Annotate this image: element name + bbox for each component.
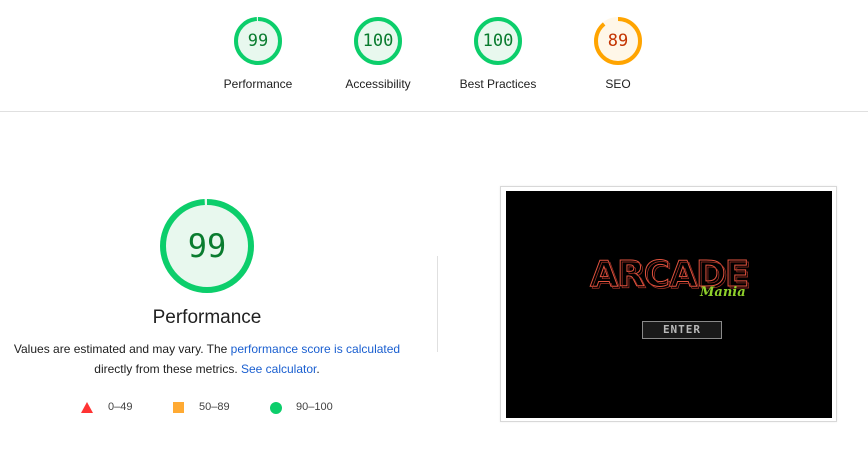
square-icon — [173, 402, 184, 413]
legend-label-fail: 0–49 — [108, 401, 133, 413]
category-gauges-bar: 99 Performance 100 Accessibility 100 Bes… — [0, 0, 868, 112]
gauge-score: 99 — [247, 31, 269, 51]
section-divider — [437, 256, 438, 352]
legend-label-average: 50–89 — [199, 401, 230, 413]
screenshot-canvas: ARCADE ARCADE Mania ENTER — [506, 191, 832, 418]
see-calculator-link[interactable]: See calculator — [241, 362, 316, 376]
desc-text: . — [316, 362, 320, 376]
gauge-label: Performance — [223, 77, 293, 91]
enter-button[interactable]: ENTER — [642, 321, 722, 339]
gauge-label: Best Practices — [459, 77, 537, 91]
final-screenshot-thumbnail[interactable]: ARCADE ARCADE Mania ENTER — [500, 186, 837, 422]
gauge-label: SEO — [605, 77, 631, 91]
gauge-accessibility[interactable]: 100 Accessibility — [323, 16, 433, 100]
score-legend: 0–49 50–89 90–100 — [0, 398, 414, 416]
gauge-seo[interactable]: 89 SEO — [563, 16, 673, 100]
arcade-mania-logo: ARCADE ARCADE Mania — [590, 254, 752, 301]
legend-label-pass: 90–100 — [296, 401, 333, 413]
performance-description: Values are estimated and may vary. The p… — [0, 339, 414, 379]
circle-icon — [270, 402, 282, 414]
gauge-score: 89 — [607, 31, 629, 51]
triangle-icon — [81, 402, 93, 413]
gauge-performance[interactable]: 99 Performance — [203, 16, 313, 100]
desc-text: directly from these metrics. — [94, 362, 241, 376]
performance-main-gauge: 99 — [158, 197, 256, 295]
desc-text: Values are estimated and may vary. The — [13, 342, 231, 356]
performance-score-link[interactable]: performance score is calculated — [231, 342, 400, 356]
main-gauge-score: 99 — [187, 227, 227, 265]
gauge-score: 100 — [362, 31, 394, 51]
gauge-label: Accessibility — [345, 77, 411, 91]
gauge-best-practices[interactable]: 100 Best Practices — [443, 16, 553, 100]
logo-script: Mania — [699, 285, 746, 300]
performance-title: Performance — [152, 307, 262, 328]
gauge-score: 100 — [482, 31, 514, 51]
